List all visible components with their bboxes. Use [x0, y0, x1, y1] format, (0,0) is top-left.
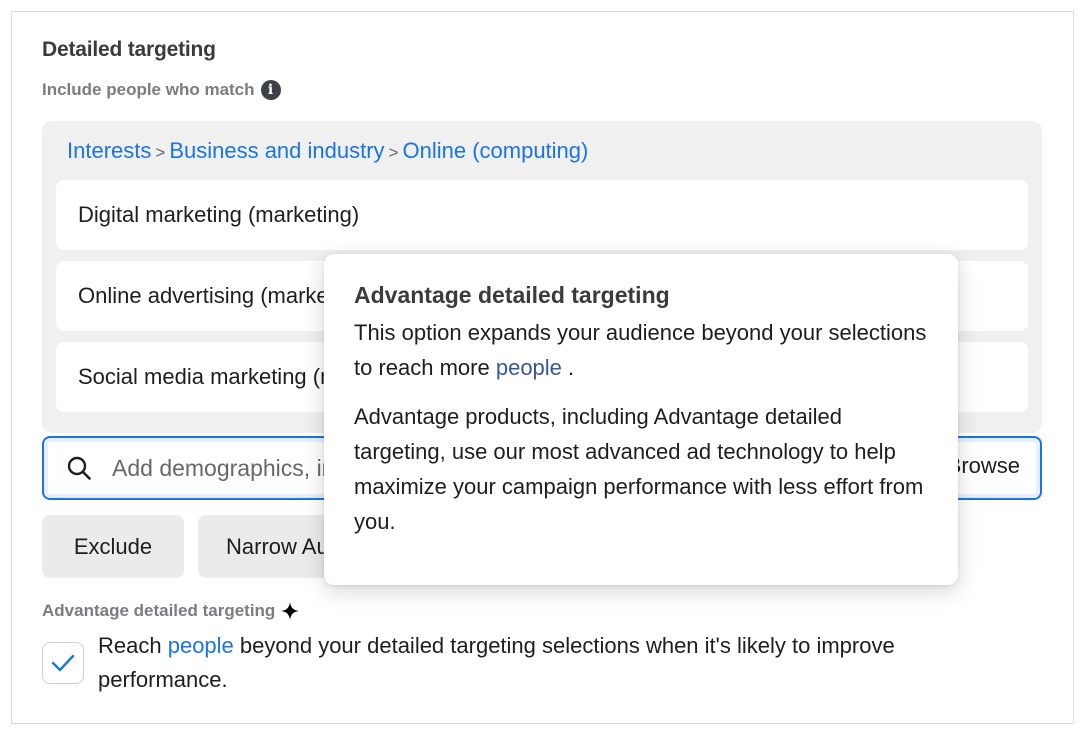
- people-link[interactable]: people: [168, 633, 234, 658]
- tooltip-people-link[interactable]: people: [496, 355, 562, 380]
- tooltip-text: .: [561, 355, 575, 380]
- info-icon[interactable]: i: [260, 80, 281, 100]
- tooltip-title: Advantage detailed targeting: [354, 282, 670, 308]
- breadcrumb-separator: >: [388, 143, 399, 162]
- tooltip-paragraph-2: Advantage products, including Advantage …: [354, 404, 924, 534]
- advantage-label-row: Advantage detailed targeting: [42, 601, 300, 621]
- section-title: Detailed targeting: [42, 38, 216, 61]
- breadcrumb: Interests > Business and industry > Online (…: [67, 138, 588, 164]
- advantage-label: Advantage detailed targeting: [42, 601, 276, 620]
- advantage-checkbox-label: Reach people beyond your detailed target…: [98, 629, 1028, 697]
- advantage-tooltip: Advantage detailed targeting This option…: [324, 254, 958, 585]
- advantage-checkbox[interactable]: [42, 642, 84, 684]
- search-icon: [67, 456, 91, 480]
- breadcrumb-separator: >: [155, 143, 166, 162]
- tooltip-paragraph-1: This option expands your audience beyond…: [354, 315, 928, 385]
- breadcrumb-business-and-industry[interactable]: Business and industry: [169, 138, 384, 163]
- selected-item-label: Digital marketing (marketing): [78, 202, 360, 227]
- checkbox-text-before: Reach: [98, 633, 168, 658]
- checkmark-icon: [51, 654, 75, 672]
- sparkle-icon: [281, 602, 300, 620]
- include-label: Include people who match: [42, 80, 255, 99]
- tooltip-text: This option expands your audience beyond…: [354, 320, 927, 380]
- breadcrumb-interests[interactable]: Interests: [67, 138, 151, 163]
- include-label-row: Include people who match i: [42, 80, 281, 100]
- exclude-button[interactable]: Exclude: [42, 515, 184, 578]
- selected-item-digital-marketing[interactable]: Digital marketing (marketing): [56, 180, 1028, 250]
- breadcrumb-online-computing[interactable]: Online (computing): [402, 138, 588, 163]
